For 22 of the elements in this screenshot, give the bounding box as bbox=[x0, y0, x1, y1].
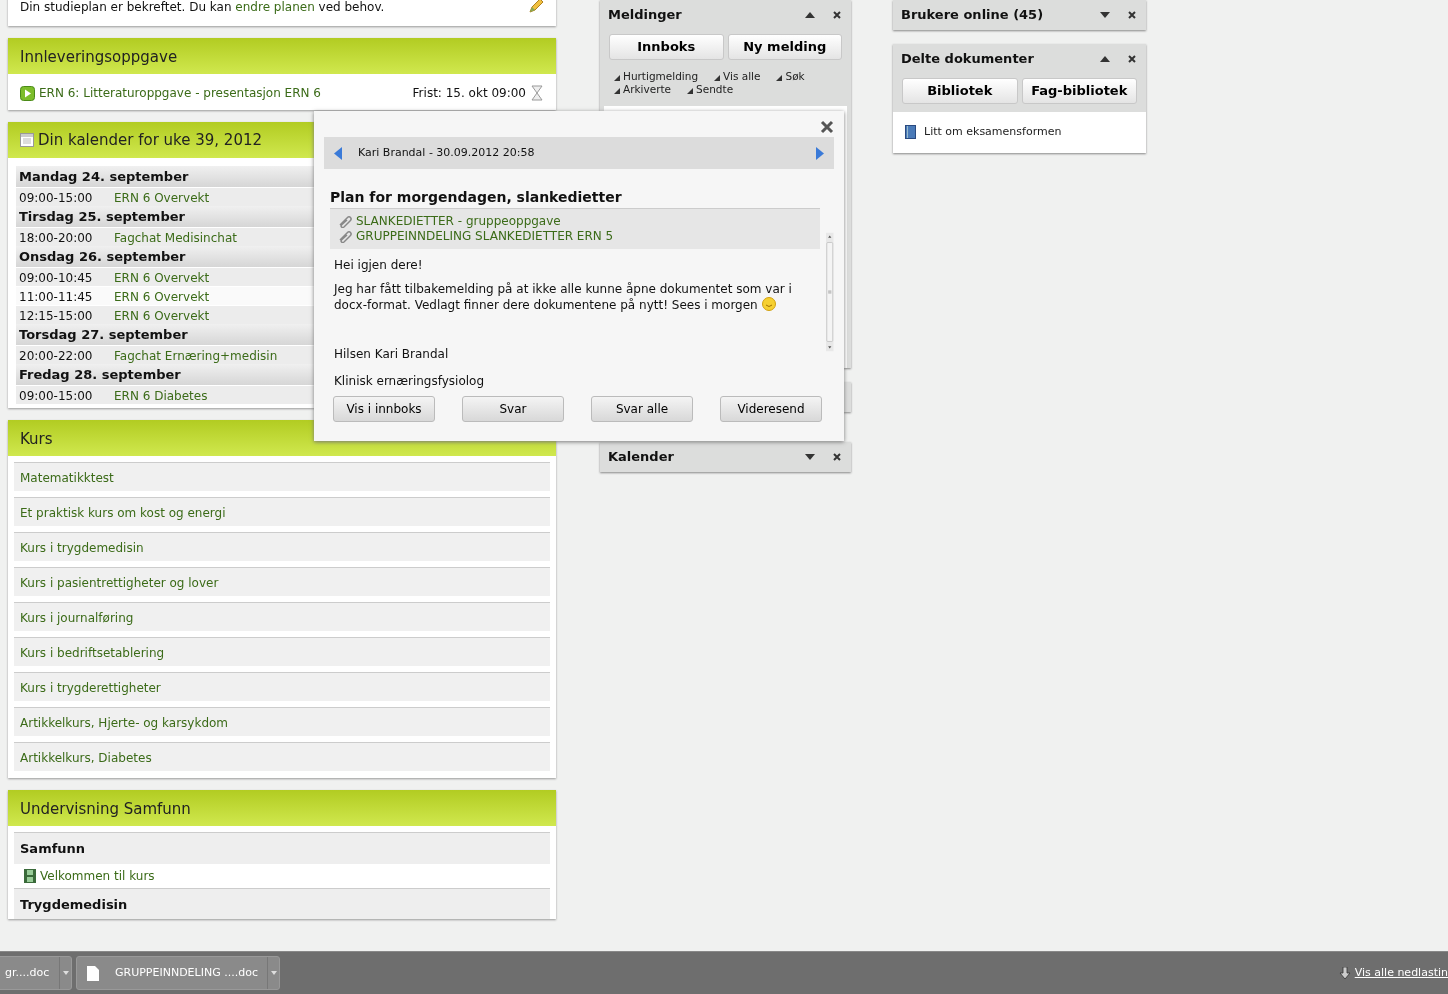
event-time: 09:00-10:45 bbox=[19, 270, 94, 287]
file-name: GRUPPEINNDELING ....doc bbox=[115, 964, 258, 981]
panel-header: Innleveringsoppgave bbox=[8, 38, 556, 74]
group-heading: Trygdemedisin bbox=[14, 887, 550, 919]
widget-title: Delte dokumenter bbox=[901, 50, 1034, 69]
widget-title: Brukere online (45) bbox=[901, 6, 1044, 25]
file-name: gr....doc bbox=[5, 964, 50, 981]
event-time: 11:00-11:45 bbox=[19, 289, 94, 306]
widget-title: Kalender bbox=[608, 448, 674, 467]
message-sender-date: Kari Brandal - 30.09.2012 20:58 bbox=[358, 144, 535, 161]
widget-title: Meldinger bbox=[608, 6, 682, 25]
panel-header: Undervisning Samfunn bbox=[8, 790, 556, 826]
deadline-text: Frist: 15. okt 09:00 bbox=[412, 85, 526, 102]
panel-header: Din kalender for uke 39, 2012 bbox=[38, 129, 263, 151]
group-heading: Samfunn bbox=[14, 832, 550, 864]
event-time: 18:00-20:00 bbox=[19, 230, 94, 247]
event-time: 09:00-15:00 bbox=[19, 190, 94, 207]
signature-line: Hilsen Kari Brandal bbox=[334, 346, 450, 363]
event-time: 20:00-22:00 bbox=[19, 348, 94, 365]
event-time: 12:15-15:00 bbox=[19, 308, 94, 325]
status-text: Din studieplan er bekreftet. Du kan endre planen ved behov. bbox=[20, 0, 385, 16]
event-time: 09:00-15:00 bbox=[19, 388, 94, 405]
